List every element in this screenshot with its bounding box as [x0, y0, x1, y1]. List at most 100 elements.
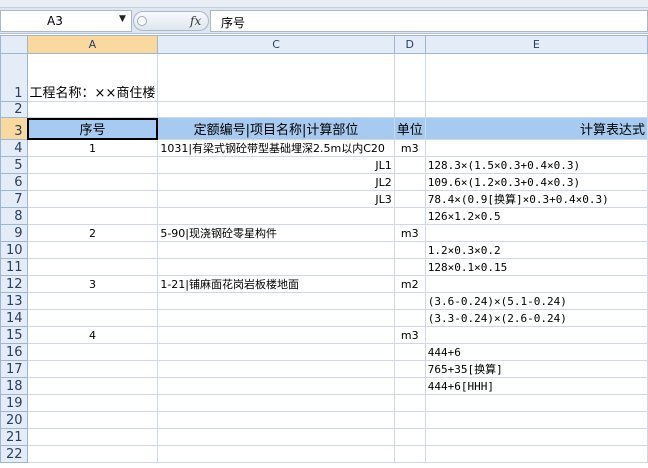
- cell-a[interactable]: 4: [26, 326, 159, 344]
- cell-d[interactable]: [393, 394, 426, 412]
- cell-a[interactable]: 序号: [26, 117, 159, 140]
- cell-d[interactable]: [393, 53, 426, 102]
- column-header-e[interactable]: E: [424, 35, 648, 54]
- cell-d[interactable]: m2: [393, 275, 426, 293]
- cell-e[interactable]: 444+6[HHH]: [424, 377, 648, 395]
- cell-a[interactable]: [26, 445, 159, 463]
- cell-c[interactable]: JL3: [157, 190, 395, 208]
- row-header[interactable]: 21: [0, 428, 28, 446]
- cell-d[interactable]: [393, 343, 426, 361]
- cell-a[interactable]: [26, 343, 159, 361]
- cell-e[interactable]: [424, 428, 648, 446]
- chevron-down-icon[interactable]: ▼: [119, 14, 126, 24]
- cell-c[interactable]: [157, 241, 395, 259]
- cell-d[interactable]: 单位: [393, 117, 426, 140]
- row-header[interactable]: 10: [0, 241, 28, 259]
- cell-e[interactable]: [424, 224, 648, 242]
- cell-d[interactable]: [393, 190, 426, 208]
- cell-e[interactable]: 128×0.1×0.15: [424, 258, 648, 276]
- row-header[interactable]: 20: [0, 411, 28, 429]
- cell-d[interactable]: [393, 377, 426, 395]
- column-header-d[interactable]: D: [393, 35, 426, 54]
- cell-a[interactable]: [26, 101, 159, 118]
- select-all-corner[interactable]: [0, 35, 28, 54]
- cell-c[interactable]: [157, 377, 395, 395]
- column-header-c[interactable]: C: [157, 35, 395, 54]
- cell-c[interactable]: [157, 309, 395, 327]
- row-header[interactable]: 17: [0, 360, 28, 378]
- row-header[interactable]: 14: [0, 309, 28, 327]
- row-header[interactable]: 4: [0, 139, 28, 157]
- cell-c[interactable]: [157, 428, 395, 446]
- cell-c[interactable]: 1-21|铺麻面花岗岩板楼地面: [157, 275, 395, 293]
- cell-a[interactable]: 工程名称：××商住楼: [26, 53, 159, 102]
- cell-a[interactable]: [26, 173, 159, 191]
- cell-d[interactable]: [393, 156, 426, 174]
- cell-a[interactable]: 3: [26, 275, 159, 293]
- cell-d[interactable]: [393, 207, 426, 225]
- cell-e[interactable]: [424, 53, 648, 102]
- expand-handle-icon[interactable]: [137, 16, 147, 26]
- cell-a[interactable]: [26, 360, 159, 378]
- cell-c[interactable]: [157, 445, 395, 463]
- cell-a[interactable]: [26, 292, 159, 310]
- cell-d[interactable]: [393, 173, 426, 191]
- cell-c[interactable]: [157, 394, 395, 412]
- cell-e[interactable]: [424, 139, 648, 157]
- name-box[interactable]: A3 ▼: [0, 10, 132, 32]
- row-header[interactable]: 15: [0, 326, 28, 344]
- row-header[interactable]: 9: [0, 224, 28, 242]
- row-header[interactable]: 18: [0, 377, 28, 395]
- cell-c[interactable]: [157, 101, 395, 118]
- cell-d[interactable]: [393, 241, 426, 259]
- row-header[interactable]: 3: [0, 117, 28, 140]
- column-header-a[interactable]: A: [26, 35, 159, 54]
- cell-c[interactable]: [157, 326, 395, 344]
- cell-e[interactable]: (3.3-0.24)×(2.6-0.24): [424, 309, 648, 327]
- row-header[interactable]: 6: [0, 173, 28, 191]
- row-header[interactable]: 1: [0, 53, 28, 102]
- row-header[interactable]: 16: [0, 343, 28, 361]
- row-header[interactable]: 7: [0, 190, 28, 208]
- cell-e[interactable]: [424, 394, 648, 412]
- cell-e[interactable]: [424, 445, 648, 463]
- cell-d[interactable]: [393, 292, 426, 310]
- cell-e[interactable]: 109.6×(1.2×0.3+0.4×0.3): [424, 173, 648, 191]
- cell-c[interactable]: [157, 411, 395, 429]
- cell-e[interactable]: [424, 275, 648, 293]
- cell-d[interactable]: [393, 411, 426, 429]
- cell-c[interactable]: [157, 343, 395, 361]
- cell-c[interactable]: [157, 53, 395, 102]
- cell-e[interactable]: 78.4×(0.9[换算]×0.3+0.4×0.3): [424, 190, 648, 208]
- insert-function-icon[interactable]: fx: [190, 14, 201, 28]
- row-header[interactable]: 22: [0, 445, 28, 463]
- cell-c[interactable]: JL1: [157, 156, 395, 174]
- cell-c[interactable]: [157, 292, 395, 310]
- cell-a[interactable]: [26, 207, 159, 225]
- cell-a[interactable]: [26, 394, 159, 412]
- row-header[interactable]: 2: [0, 101, 28, 118]
- row-header[interactable]: 19: [0, 394, 28, 412]
- cell-a[interactable]: [26, 309, 159, 327]
- cell-d[interactable]: [393, 309, 426, 327]
- cell-e[interactable]: 126×1.2×0.5: [424, 207, 648, 225]
- cell-c[interactable]: [157, 207, 395, 225]
- cell-a[interactable]: 1: [26, 139, 159, 157]
- cell-c[interactable]: 1031|有梁式钢砼带型基础埋深2.5m以内C20: [157, 139, 395, 157]
- cell-c[interactable]: [157, 258, 395, 276]
- cell-d[interactable]: [393, 360, 426, 378]
- row-header[interactable]: 11: [0, 258, 28, 276]
- cell-a[interactable]: [26, 156, 159, 174]
- cell-d[interactable]: m3: [393, 326, 426, 344]
- row-header[interactable]: 5: [0, 156, 28, 174]
- cell-a[interactable]: [26, 241, 159, 259]
- cell-c[interactable]: JL2: [157, 173, 395, 191]
- cell-d[interactable]: [393, 428, 426, 446]
- formula-input[interactable]: 序号: [210, 10, 648, 32]
- cell-e[interactable]: [424, 411, 648, 429]
- cell-a[interactable]: [26, 190, 159, 208]
- row-header[interactable]: 12: [0, 275, 28, 293]
- cell-e[interactable]: 1.2×0.3×0.2: [424, 241, 648, 259]
- cell-d[interactable]: m3: [393, 139, 426, 157]
- cell-c[interactable]: [157, 360, 395, 378]
